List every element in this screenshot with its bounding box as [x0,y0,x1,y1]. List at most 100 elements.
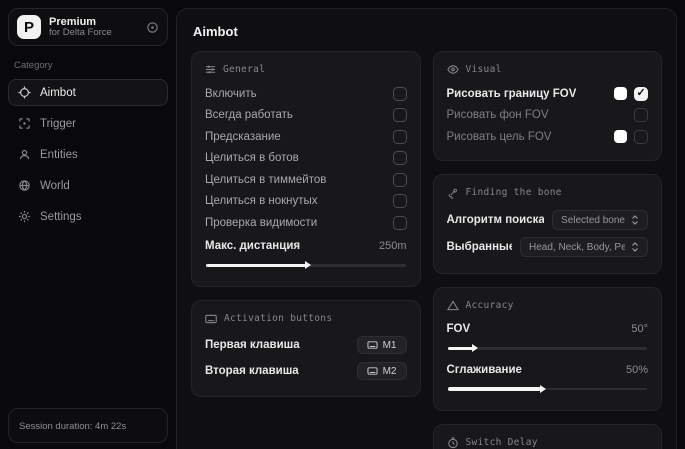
crosshair-icon [18,86,31,99]
setting-row: Предсказание [205,126,407,148]
sidebar-item-trigger[interactable]: Trigger [8,110,168,137]
sidebar: P Premium for Delta Force Category Aimbo… [0,0,176,449]
setting-row: FOV 50° [447,319,649,341]
card-finding-bone: Finding the bone Алгоритм поиска кости S… [433,174,663,274]
trigger-icon [18,117,31,130]
setting-row: Выбранные кости Head, Neck, Body, Pe.. [447,234,649,261]
globe-icon [18,179,31,192]
slider-thumb[interactable] [540,385,546,393]
card-switch-delay: Switch Delay Задержка переключения Задер… [433,424,663,449]
checkbox-prediction[interactable] [393,130,407,144]
sidebar-item-label: Aimbot [40,87,76,99]
setting-row: Целиться в нокнутых [205,191,407,213]
setting-label: Целиться в тиммейтов [205,174,326,186]
setting-label: Предсказание [205,131,281,143]
bone-algorithm-select[interactable]: Selected bone [552,210,648,230]
checkbox-enable[interactable] [393,87,407,101]
checkbox-draw-fov-target[interactable] [634,130,648,144]
category-label: Category [14,60,162,71]
brand-card: P Premium for Delta Force [8,8,168,46]
entities-icon [18,148,31,161]
setting-row: Макс. дистанция 250m [205,236,407,258]
sidebar-item-entities[interactable]: Entities [8,141,168,168]
keybind-button-first[interactable]: M1 [357,336,407,354]
checkbox-draw-fov-border[interactable] [634,87,648,101]
setting-row: Целиться в ботов [205,148,407,170]
setting-row: Целиться в тиммейтов [205,169,407,191]
checkbox-always-work[interactable] [393,108,407,122]
chevron-updown-icon [631,242,639,252]
selected-bones-select[interactable]: Head, Neck, Body, Pe.. [520,237,648,257]
checkbox-draw-fov-background[interactable] [634,108,648,122]
keybind-label: Первая клавиша [205,339,300,351]
setting-label: Рисовать фон FOV [447,109,549,121]
brand-title: Premium [49,16,138,28]
setting-row: Всегда работать [205,105,407,127]
slider-thumb[interactable] [305,261,311,269]
setting-label: Включить [205,88,257,100]
checkbox-target-bots[interactable] [393,151,407,165]
slider-label: FOV [447,323,471,335]
visual-icon [447,64,459,75]
smoothing-slider[interactable] [448,384,648,394]
slider-label: Макс. дистанция [205,240,300,252]
color-swatch-fov-target[interactable] [614,130,627,143]
setting-row: Проверка видимости [205,212,407,234]
setting-row: Рисовать фон FOV [447,105,649,127]
setting-label: Целиться в ботов [205,152,299,164]
bone-icon [447,187,459,199]
slider-value: 250m [379,240,407,252]
slider-value: 50° [631,323,648,335]
setting-row: Алгоритм поиска кости Selected bone [447,207,649,234]
section-title: Accuracy [466,300,514,311]
sidebar-item-world[interactable]: World [8,172,168,199]
sidebar-item-settings[interactable]: Settings [8,203,168,230]
setting-row: Включить [205,83,407,105]
chevron-updown-icon [631,215,639,225]
sidebar-item-label: World [40,180,70,192]
setting-label: Всегда работать [205,109,293,121]
triangle-icon [447,300,459,311]
keybind-button-second[interactable]: M2 [357,362,407,380]
keyboard-icon [367,367,378,375]
keyboard-icon [205,314,217,324]
section-title: Visual [466,64,502,75]
section-title: Activation buttons [224,313,332,324]
section-title: Switch Delay [466,437,538,448]
keybind-value: M1 [383,340,397,351]
sync-icon[interactable] [146,21,159,34]
section-title: Finding the bone [466,187,562,198]
checkbox-target-knocked[interactable] [393,194,407,208]
card-activation-buttons: Activation buttons Первая клавиша M1 [191,300,421,397]
slider-label: Сглаживание [447,364,522,376]
card-visual: Visual Рисовать границу FOV Рисовать фон… [433,51,663,161]
setting-label: Рисовать цель FOV [447,131,552,143]
select-value: Head, Neck, Body, Pe.. [529,242,625,253]
clock-icon [447,437,459,449]
brand-logo: P [17,15,41,39]
sidebar-item-aimbot[interactable]: Aimbot [8,79,168,106]
fov-slider[interactable] [448,343,648,353]
section-title: General [223,64,265,75]
brand-subtitle: for Delta Force [49,28,138,38]
gear-icon [18,210,31,223]
sidebar-item-label: Settings [40,211,82,223]
sidebar-item-label: Entities [40,149,78,161]
slider-value: 50% [626,364,648,376]
main-panel: Aimbot General Включить [176,8,677,449]
keyboard-icon [367,341,378,349]
select-value: Selected bone [561,215,625,226]
checkbox-visibility-check[interactable] [393,216,407,230]
checkbox-target-teammates[interactable] [393,173,407,187]
max-distance-slider[interactable] [206,260,406,270]
keybind-value: M2 [383,366,397,377]
setting-label: Алгоритм поиска кости [447,214,545,226]
keybind-row: Первая клавиша M1 [205,332,407,358]
setting-row: Сглаживание 50% [447,359,649,381]
slider-thumb[interactable] [472,344,478,352]
color-swatch-fov-border[interactable] [614,87,627,100]
card-general: General Включить Всегда работать Предска… [191,51,421,287]
setting-row: Рисовать цель FOV [447,126,649,148]
sidebar-item-label: Trigger [40,118,76,130]
sliders-icon [205,64,216,75]
